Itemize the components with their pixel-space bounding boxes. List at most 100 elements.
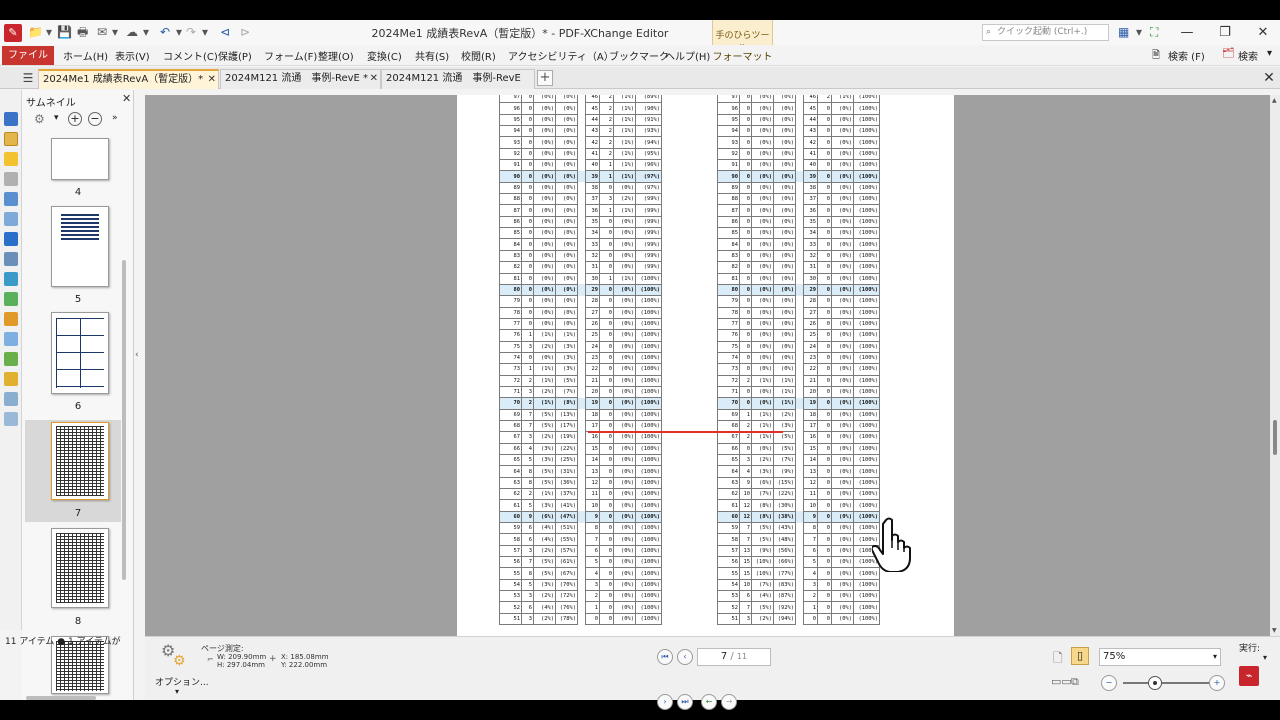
maximize-button[interactable]: ❐ (1211, 23, 1239, 43)
red-underline-annotation[interactable] (588, 431, 783, 433)
scroll-down-icon[interactable]: ▼ (1272, 627, 1277, 634)
previous-view-button[interactable]: ← (701, 694, 717, 710)
tags-panel-icon[interactable] (4, 292, 18, 306)
thumbnails-panel-icon[interactable] (4, 132, 18, 146)
menu-help[interactable]: ヘルプ(H) (665, 48, 710, 63)
dropdown-arrow-icon[interactable]: ▾ (46, 24, 52, 41)
email-icon[interactable]: ✉ (97, 24, 107, 41)
layers-panel-icon[interactable] (4, 192, 18, 206)
more-options-icon[interactable]: » (112, 113, 118, 123)
search-button[interactable]: 検索 (F) (1168, 48, 1205, 63)
forward-icon[interactable]: ⊳ (240, 24, 250, 41)
tab-document-2[interactable]: 2024M121 流通 事例-RevE * ✕ (220, 69, 381, 89)
close-pane-icon[interactable]: ✕ (122, 92, 131, 105)
app-logo-icon[interactable]: ✎ (4, 24, 22, 42)
menu-format[interactable]: フォーマット (712, 48, 773, 63)
thumbnails-scrollbar[interactable] (122, 260, 126, 580)
next-page-button[interactable]: › (657, 694, 673, 710)
bookmark-panel-icon[interactable] (4, 112, 18, 126)
menu-bookmark[interactable]: ブックマーク (609, 48, 669, 63)
destinations-panel-icon[interactable] (4, 332, 18, 346)
menu-home[interactable]: ホーム(H) (63, 48, 108, 63)
close-tab-icon[interactable]: ✕ (208, 71, 216, 89)
thumbnails-hscrollbar[interactable] (26, 696, 96, 700)
menu-accessibility[interactable]: アクセシビリティ（A） (508, 48, 614, 63)
first-page-button[interactable]: ⏮ (657, 649, 673, 665)
thumbnail-page-6[interactable] (51, 312, 109, 394)
dropdown-arrow-icon[interactable]: ▾ (176, 24, 182, 41)
undo-icon[interactable]: ↶ (160, 24, 170, 41)
menu-organize[interactable]: 整理(O) (318, 48, 354, 63)
document-scrollbar[interactable]: ▲ ▼ (1270, 95, 1280, 636)
scroll-up-icon[interactable]: ▲ (1272, 97, 1277, 104)
thumbnail-page-4[interactable] (51, 138, 109, 180)
menu-share[interactable]: 共有(S) (415, 48, 449, 63)
zoom-in-thumbnails-icon[interactable]: + (68, 112, 82, 126)
properties-panel-icon[interactable] (4, 252, 18, 266)
menu-protect[interactable]: 保護(P) (218, 48, 252, 63)
last-page-button[interactable]: ⏭ (677, 694, 693, 710)
thumbnail-page-7[interactable] (51, 422, 109, 500)
tab-document-1[interactable]: 2024Me1 成績表RevA（暫定版）* ✕ (38, 69, 219, 89)
layout-icon[interactable]: ▦ (1118, 24, 1129, 41)
next-view-button[interactable]: → (721, 694, 737, 710)
dropdown-arrow-icon[interactable]: ▾ (54, 113, 59, 123)
minimize-button[interactable]: — (1173, 23, 1201, 43)
menu-comment[interactable]: コメント(C) (163, 48, 218, 63)
dropdown-arrow-icon[interactable]: ▾ (143, 24, 149, 41)
close-document-button[interactable]: ✕ (1261, 70, 1277, 86)
order-panel-icon[interactable] (4, 372, 18, 386)
zoom-slider[interactable] (1123, 682, 1213, 684)
settings-gear-icon[interactable]: ⚙ (34, 112, 45, 126)
save-icon[interactable]: 💾 (57, 24, 72, 41)
back-icon[interactable]: ⊲ (220, 24, 230, 41)
collapse-pane-icon[interactable]: ‹ (135, 350, 143, 360)
dropdown-arrow-icon[interactable]: ▾ (1263, 653, 1267, 662)
new-tab-button[interactable]: + (537, 70, 553, 86)
options-button[interactable]: オプション... (155, 675, 209, 688)
articles-panel-icon[interactable] (4, 352, 18, 366)
zoom-in-button[interactable]: + (1209, 675, 1225, 691)
search-panel-button[interactable]: 検索 (1238, 48, 1258, 63)
continuous-facing-icon[interactable]: ⧉ (1071, 675, 1079, 689)
menu-view[interactable]: 表示(V) (115, 48, 150, 63)
continuous-page-icon[interactable]: ▯ (1071, 647, 1089, 665)
thumbnail-page-5[interactable] (51, 206, 109, 287)
quick-launch-input[interactable]: クイック起動 (Ctrl+.) (982, 24, 1109, 41)
page-number-input[interactable]: 7 / 11 (697, 648, 771, 666)
search-panel-icon[interactable]: 🗂 (1222, 48, 1235, 59)
pdf-action-icon[interactable]: ⌁ (1239, 666, 1259, 686)
search-results-panel-icon[interactable] (4, 392, 18, 406)
fields-panel-icon[interactable] (4, 232, 18, 246)
options-gear-icon[interactable]: ⚙ (173, 653, 186, 669)
comments-panel-icon[interactable] (4, 152, 18, 166)
menu-review[interactable]: 校閲(R) (461, 48, 496, 63)
scan-icon[interactable]: ☁ (126, 24, 138, 41)
content-panel-icon[interactable] (4, 212, 18, 226)
fullscreen-icon[interactable]: ⛶ (1150, 24, 1158, 41)
scrollbar-thumb[interactable] (1273, 420, 1277, 455)
close-window-button[interactable]: ✕ (1249, 23, 1277, 43)
open-folder-icon[interactable]: 📁 (28, 24, 43, 41)
tab-document-3[interactable]: 2024M121 流通 事例-RevE (381, 69, 535, 89)
history-panel-icon[interactable] (4, 412, 18, 426)
links-panel-icon[interactable] (4, 312, 18, 326)
search-doc-icon[interactable]: 🗎 (1152, 48, 1160, 65)
redo-icon[interactable]: ↷ (186, 24, 196, 41)
tab-list-menu-icon[interactable]: ☰ (20, 70, 36, 86)
dropdown-arrow-icon[interactable]: ▾ (1136, 24, 1142, 41)
signatures-panel-icon[interactable] (4, 272, 18, 286)
single-page-icon[interactable]: 🗋 (1053, 649, 1063, 670)
dropdown-arrow-icon[interactable]: ▾ (112, 24, 118, 41)
menu-form[interactable]: フォーム(F) (264, 48, 317, 63)
zoom-out-button[interactable]: − (1101, 675, 1117, 691)
zoom-slider-knob[interactable] (1148, 676, 1162, 690)
facing-pages-icon[interactable]: ▭▭ (1051, 675, 1072, 688)
options-dropdown-icon[interactable]: ▾ (175, 687, 179, 696)
thumbnail-page-8[interactable] (51, 528, 109, 608)
document-view[interactable]: 97 0 (0%) (0%) 46 2 (1%) (89%) 96 0 (0%) (0%) 45 2 (1%… (145, 95, 1270, 636)
dropdown-arrow-icon[interactable]: ▾ (202, 24, 208, 41)
zoom-level-select[interactable]: 75% ▾ (1099, 648, 1221, 666)
ribbon-dropdown-icon[interactable]: ▾ (1267, 48, 1272, 59)
file-menu[interactable]: ファイル(F) (2, 46, 54, 80)
